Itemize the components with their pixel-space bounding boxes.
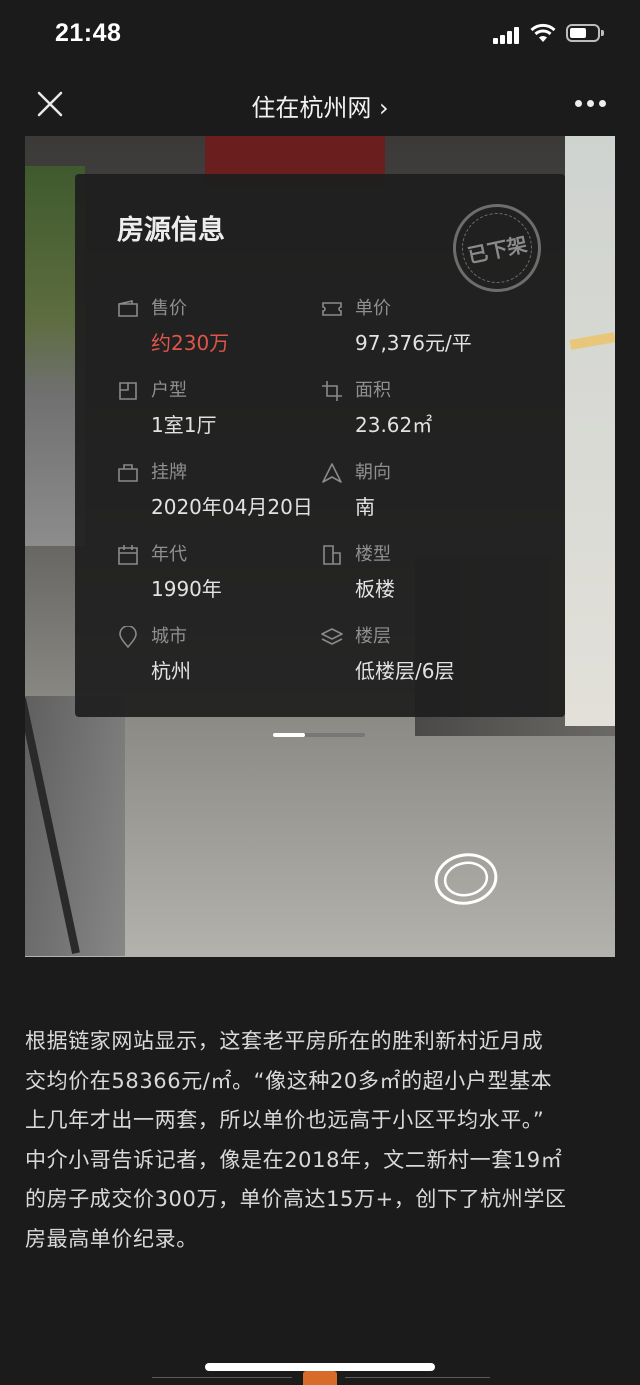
tag-icon [118, 464, 138, 482]
article-line: 中介小哥告诉记者，像是在2018年，文二新村一套19㎡ [25, 1147, 563, 1172]
article-paragraph: 根据链家网站显示，这套老平房所在的胜利新村近月成 交均价在58366元/㎡。“像… [25, 1022, 617, 1260]
crop-icon [322, 381, 342, 401]
listing-info-card: 房源信息 已下架 售价 约230万 单价 97,376元/平 户型 1室1厅 面… [75, 174, 565, 717]
layers-icon [321, 628, 343, 645]
wallet-icon [118, 299, 138, 317]
field-orientation: 朝向 南 [321, 458, 541, 528]
ticket-icon [322, 302, 342, 316]
article-line: 的房子成交价300万，单价高达15万+，创下了杭州学区 [25, 1187, 567, 1212]
field-year: 年代 1990年 [117, 540, 337, 610]
article-line: 交均价在58366元/㎡。“像这种20多㎡的超小户型基本 [25, 1068, 553, 1093]
status-time: 21:48 [55, 19, 122, 47]
delisted-stamp: 已下架 [444, 195, 550, 301]
cellular-signal-icon [493, 26, 523, 44]
card-title: 房源信息 [117, 215, 225, 246]
divider [152, 1377, 292, 1378]
page-title[interactable]: 住在杭州网 › [0, 88, 640, 123]
location-pin-icon [119, 626, 137, 648]
footer-logo-icon [303, 1371, 337, 1385]
nav-bar: 住在杭州网 › [0, 70, 640, 136]
compass-icon [322, 463, 342, 483]
field-listed-date: 挂牌 2020年04月20日 [117, 458, 337, 528]
listing-photo[interactable]: 房源信息 已下架 售价 约230万 单价 97,376元/平 户型 1室1厅 面… [25, 136, 615, 957]
divider [345, 1377, 490, 1378]
field-area: 面积 23.62㎡ [321, 376, 541, 446]
article-line: 根据链家网站显示，这套老平房所在的胜利新村近月成 [25, 1029, 544, 1053]
field-floor: 楼层 低楼层/6层 [321, 622, 541, 692]
carousel-pager [273, 733, 365, 737]
wifi-icon [530, 23, 556, 42]
more-options-button[interactable] [570, 96, 610, 112]
status-bar: 21:48 [0, 0, 640, 70]
building-icon [323, 545, 341, 565]
home-indicator[interactable] [205, 1363, 435, 1371]
vr-view-icon[interactable] [433, 852, 499, 906]
field-price: 售价 约230万 [117, 294, 337, 364]
battery-icon [566, 24, 604, 42]
floorplan-icon [119, 382, 137, 400]
field-layout: 户型 1室1厅 [117, 376, 337, 446]
article-line: 房最高单价纪录。 [25, 1226, 198, 1251]
article-line: 上几年才出一两套，所以单价也远高于小区平均水平。” [25, 1108, 545, 1133]
map-thumbnail [565, 136, 615, 726]
calendar-icon [118, 545, 138, 565]
field-unit-price: 单价 97,376元/平 [321, 294, 541, 364]
field-building-type: 楼型 板楼 [321, 540, 541, 610]
field-city: 城市 杭州 [117, 622, 337, 692]
